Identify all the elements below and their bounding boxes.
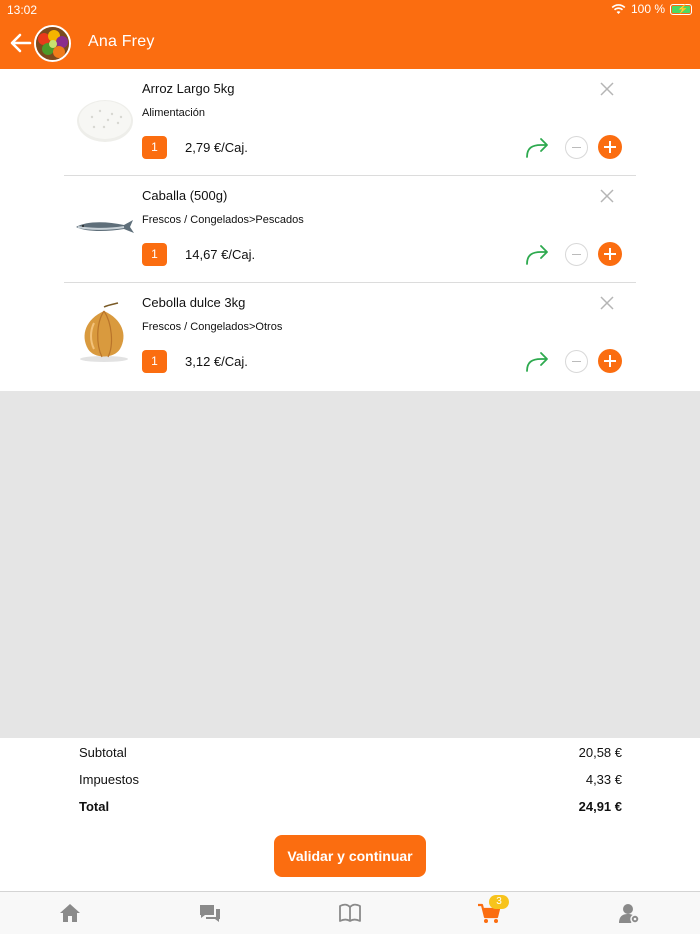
decrease-button[interactable] [565, 136, 588, 159]
total-value: 24,91 € [578, 799, 622, 814]
avatar [34, 25, 71, 62]
cart-item: Arroz Largo 5kg Alimentación 1 2,79 €/Ca… [64, 69, 636, 176]
rice-image [77, 100, 133, 142]
cart-item: Cebolla dulce 3kg Frescos / Congelados>O… [64, 283, 636, 390]
item-category: Alimentación [142, 107, 205, 119]
app-header: 13:02 100 % ⚡ Ana Frey [0, 0, 700, 69]
quantity-badge[interactable]: 1 [142, 243, 167, 266]
quantity-badge[interactable]: 1 [142, 350, 167, 373]
status-time: 13:02 [7, 3, 38, 17]
total-label: Total [79, 799, 110, 814]
onion-image [80, 302, 128, 362]
share-arrow-icon[interactable] [524, 242, 550, 266]
item-price: 2,79 €/Caj. [185, 140, 248, 155]
user-settings-icon[interactable] [617, 902, 641, 924]
mackerel-image [76, 220, 134, 233]
back-arrow-icon[interactable] [8, 30, 34, 56]
item-name: Caballa (500g) [142, 188, 228, 203]
totals-panel: Subtotal 20,58 € Impuestos 4,33 € Total … [0, 738, 700, 890]
subtotal-row: Subtotal 20,58 € [79, 745, 622, 760]
quantity-badge[interactable]: 1 [142, 136, 167, 159]
close-icon[interactable] [598, 80, 616, 98]
produce-logo [36, 27, 69, 60]
cart-badge: 3 [489, 895, 509, 909]
tax-label: Impuestos [79, 772, 139, 787]
item-category: Frescos / Congelados>Otros [142, 321, 283, 333]
item-name: Cebolla dulce 3kg [142, 295, 246, 310]
status-indicators: 100 % ⚡ [611, 2, 692, 16]
battery-percent: 100 % [630, 2, 665, 16]
subtotal-value: 20,58 € [578, 745, 622, 760]
book-icon[interactable] [338, 902, 362, 924]
battery-icon: ⚡ [670, 3, 692, 15]
close-icon[interactable] [598, 294, 616, 312]
tax-row: Impuestos 4,33 € [79, 772, 622, 787]
home-icon[interactable] [58, 902, 82, 924]
chat-icon[interactable] [198, 902, 222, 924]
tab-bar: 3 [0, 891, 700, 934]
decrease-button[interactable] [565, 350, 588, 373]
decrease-button[interactable] [565, 243, 588, 266]
item-price: 14,67 €/Caj. [185, 247, 256, 262]
item-price: 3,12 €/Caj. [185, 354, 248, 369]
share-arrow-icon[interactable] [524, 349, 550, 373]
increase-button[interactable] [598, 135, 622, 159]
increase-button[interactable] [598, 242, 622, 266]
cart-list: Arroz Largo 5kg Alimentación 1 2,79 €/Ca… [0, 69, 700, 391]
cart-item: Caballa (500g) Frescos / Congelados>Pesc… [64, 176, 636, 283]
item-name: Arroz Largo 5kg [142, 81, 235, 96]
subtotal-label: Subtotal [79, 745, 127, 760]
increase-button[interactable] [598, 349, 622, 373]
item-category: Frescos / Congelados>Pescados [142, 214, 304, 226]
total-row: Total 24,91 € [79, 799, 622, 814]
tax-value: 4,33 € [585, 772, 622, 787]
empty-area [0, 391, 700, 738]
validate-button[interactable]: Validar y continuar [274, 835, 426, 877]
header-title: Ana Frey [88, 33, 155, 50]
wifi-icon [611, 3, 626, 14]
close-icon[interactable] [598, 187, 616, 205]
share-arrow-icon[interactable] [524, 135, 550, 159]
